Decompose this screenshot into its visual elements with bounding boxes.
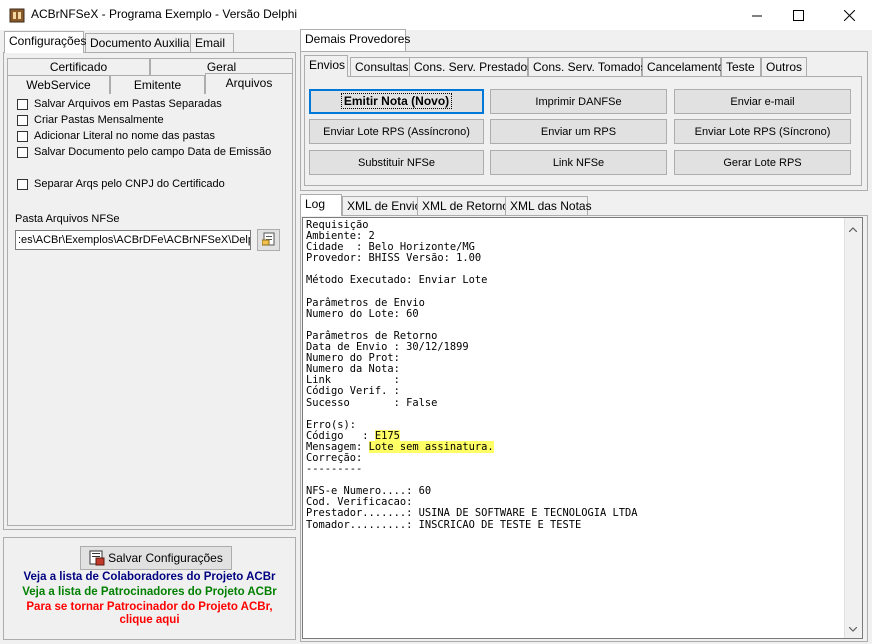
tab-certificado[interactable]: Certificado — [7, 58, 150, 75]
enviar-um-rps-button[interactable]: Enviar um RPS — [490, 119, 667, 144]
tab-log[interactable]: Log — [300, 194, 342, 216]
tab-configuracoes[interactable]: Configurações — [4, 31, 86, 53]
pasta-label: Pasta Arquivos NFSe — [15, 213, 120, 225]
tab-email[interactable]: Email — [190, 33, 234, 53]
link-clique-aqui[interactable]: clique aqui — [0, 614, 299, 626]
chk-separar-cnpj[interactable]: Separar Arqs pelo CNPJ do Certificado — [17, 178, 225, 190]
emitir-nota-button[interactable]: Emitir Nota (Novo) — [309, 89, 484, 114]
log-scrollbar[interactable] — [844, 218, 862, 638]
folder-icon — [261, 232, 276, 249]
link-colaboradores[interactable]: Veja a lista de Colaboradores do Projeto… — [0, 571, 299, 583]
chk-adicionar-literal[interactable]: Adicionar Literal no nome das pastas — [17, 130, 215, 142]
link-patrocinadores[interactable]: Veja a lista de Patrocinadores do Projet… — [0, 586, 299, 598]
tab-webservice[interactable]: WebService — [7, 75, 110, 94]
tab-cancelamento[interactable]: Cancelamento — [642, 57, 724, 77]
tab-documento-auxiliar[interactable]: Documento Auxiliar — [85, 33, 193, 53]
link-tornar-patrocinador[interactable]: Para se tornar Patrocinador do Projeto A… — [0, 601, 299, 613]
tab-emitente[interactable]: Emitente — [110, 75, 205, 94]
log-error-message: Lote sem assinatura. — [368, 440, 494, 453]
scroll-down-icon[interactable] — [848, 621, 858, 635]
tab-outros[interactable]: Outros — [761, 57, 807, 77]
checkbox-label: Salvar Documento pelo campo Data de Emis… — [34, 146, 272, 158]
tab-demais-provedores[interactable]: Demais Provedores — [300, 29, 410, 51]
save-icon — [89, 550, 105, 566]
enviar-lote-assincrono-button[interactable]: Enviar Lote RPS (Assíncrono) — [309, 119, 484, 144]
pasta-input[interactable]: :es\ACBr\Exemplos\ACBrDFe\ACBrNFSeX\Delp… — [15, 230, 251, 250]
scroll-up-icon[interactable] — [848, 221, 858, 235]
tab-teste[interactable]: Teste — [721, 57, 761, 77]
title-bar: ACBrNFSeX - Programa Exemplo - Versão De… — [0, 0, 872, 30]
link-nfse-button[interactable]: Link NFSe — [490, 150, 667, 175]
chk-data-emissao[interactable]: Salvar Documento pelo campo Data de Emis… — [17, 146, 271, 158]
checkbox[interactable] — [17, 178, 28, 190]
checkbox-label: Salvar Arquivos em Pastas Separadas — [34, 98, 222, 110]
chk-pastas-separadas[interactable]: Salvar Arquivos em Pastas Separadas — [17, 98, 222, 110]
checkbox[interactable] — [17, 130, 28, 142]
log-error-code: E175 — [374, 429, 400, 442]
emitir-nota-label: Emitir Nota (Novo) — [340, 93, 453, 109]
tab-xml-envio[interactable]: XML de Envio — [342, 196, 421, 216]
substituir-nfse-button[interactable]: Substituir NFSe — [309, 150, 484, 175]
app-icon — [9, 7, 25, 23]
window-title: ACBrNFSeX - Programa Exemplo - Versão De… — [31, 7, 298, 21]
tab-arquivos[interactable]: Arquivos — [205, 73, 293, 94]
tab-xml-notas[interactable]: XML das Notas — [505, 196, 592, 216]
checkbox[interactable] — [17, 114, 28, 126]
checkbox[interactable] — [17, 146, 28, 158]
enviar-email-button[interactable]: Enviar e-mail — [674, 89, 851, 114]
salvar-configuracoes-label: Salvar Configurações — [108, 551, 223, 565]
salvar-configuracoes-button[interactable]: Salvar Configurações — [80, 546, 232, 570]
log-text: Requisição Ambiente: 2 Cidade : Belo Hor… — [306, 219, 638, 531]
chk-pastas-mensalmente[interactable]: Criar Pastas Mensalmente — [17, 114, 164, 126]
tab-xml-retorno[interactable]: XML de Retorno — [417, 196, 509, 216]
checkbox-label: Adicionar Literal no nome das pastas — [34, 130, 215, 142]
checkbox-label: Separar Arqs pelo CNPJ do Certificado — [34, 178, 225, 190]
enviar-lote-sincrono-button[interactable]: Enviar Lote RPS (Síncrono) — [674, 119, 851, 144]
subtabs-row2: WebService Emitente Arquivos — [7, 73, 293, 94]
maximize-button[interactable] — [775, 0, 821, 30]
tab-cons-serv-prestados[interactable]: Cons. Serv. Prestados — [409, 57, 533, 77]
minimize-button[interactable] — [734, 0, 780, 30]
browse-folder-button[interactable] — [257, 229, 280, 251]
tab-cons-serv-tomados[interactable]: Cons. Serv. Tomados — [528, 57, 647, 77]
log-before: Requisição Ambiente: 2 Cidade : Belo Hor… — [306, 219, 488, 442]
tab-consultas[interactable]: Consultas — [350, 57, 410, 77]
log-memo[interactable]: Requisição Ambiente: 2 Cidade : Belo Hor… — [302, 217, 863, 639]
checkbox-label: Criar Pastas Mensalmente — [34, 114, 164, 126]
checkbox[interactable] — [17, 98, 28, 110]
close-button[interactable] — [826, 0, 872, 30]
log-after: Correção: --------- NFS-e Numero....: 60… — [306, 451, 638, 531]
gerar-lote-rps-button[interactable]: Gerar Lote RPS — [674, 150, 851, 175]
tab-envios[interactable]: Envios — [304, 55, 348, 77]
imprimir-danfse-button[interactable]: Imprimir DANFSe — [490, 89, 667, 114]
